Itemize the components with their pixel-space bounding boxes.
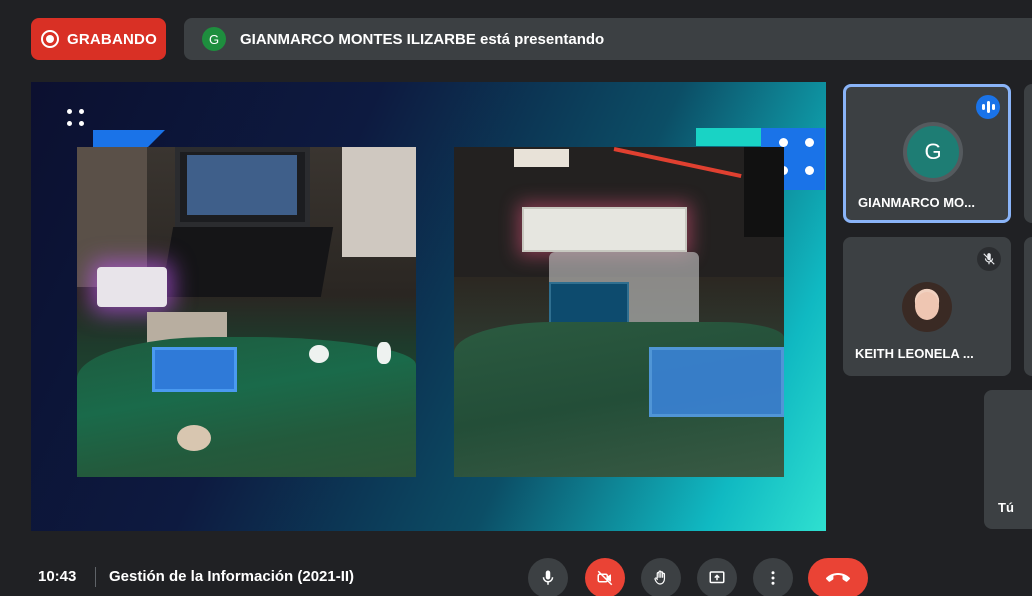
participant-tile-self[interactable]: Tú xyxy=(984,390,1032,529)
raise-hand-icon xyxy=(654,570,666,585)
mic-off-icon xyxy=(977,247,1001,271)
participant-name: KEITH LEONELA ... xyxy=(855,346,974,361)
presenter-avatar: G xyxy=(202,27,226,51)
recording-indicator[interactable]: GRABANDO xyxy=(31,18,166,60)
participant-tile-partial[interactable] xyxy=(1024,237,1032,376)
shared-screen xyxy=(31,82,826,531)
participant-name: Tú xyxy=(998,500,1014,515)
avatar xyxy=(902,282,952,332)
presenter-banner: G GIANMARCO MONTES ILIZARBE está present… xyxy=(184,18,1032,60)
present-screen-icon xyxy=(709,571,725,584)
divider xyxy=(95,567,96,587)
mic-icon xyxy=(542,570,554,585)
more-options-icon xyxy=(771,571,775,585)
meeting-clock: 10:43 xyxy=(38,568,77,585)
present-button[interactable] xyxy=(697,558,737,596)
more-options-button[interactable] xyxy=(753,558,793,596)
slide-decoration-left xyxy=(93,130,165,148)
project-photo-2 xyxy=(454,147,784,477)
participant-name: GIANMARCO MO... xyxy=(858,195,975,210)
presenter-text: GIANMARCO MONTES ILIZARBE está presentan… xyxy=(240,30,605,48)
participant-tile-partial[interactable] xyxy=(1024,84,1032,223)
raise-hand-button[interactable] xyxy=(641,558,681,596)
mic-button[interactable] xyxy=(528,558,568,596)
avatar: G xyxy=(903,122,963,182)
speaking-icon xyxy=(976,95,1000,119)
record-icon xyxy=(41,30,59,48)
participant-tile-gianmarco[interactable]: G GIANMARCO MO... xyxy=(843,84,1011,223)
slide-decoration-cyan xyxy=(696,128,761,146)
recording-label: GRABANDO xyxy=(67,30,157,48)
meeting-title: Gestión de la Información (2021-II) xyxy=(109,568,355,585)
end-call-icon xyxy=(826,573,850,582)
participant-tile-keith[interactable]: KEITH LEONELA ... xyxy=(843,237,1011,376)
end-call-button[interactable] xyxy=(808,558,868,596)
slide-dots-decoration xyxy=(67,109,87,129)
camera-off-icon xyxy=(597,570,613,586)
project-photo-1 xyxy=(77,147,416,477)
camera-button[interactable] xyxy=(585,558,625,596)
